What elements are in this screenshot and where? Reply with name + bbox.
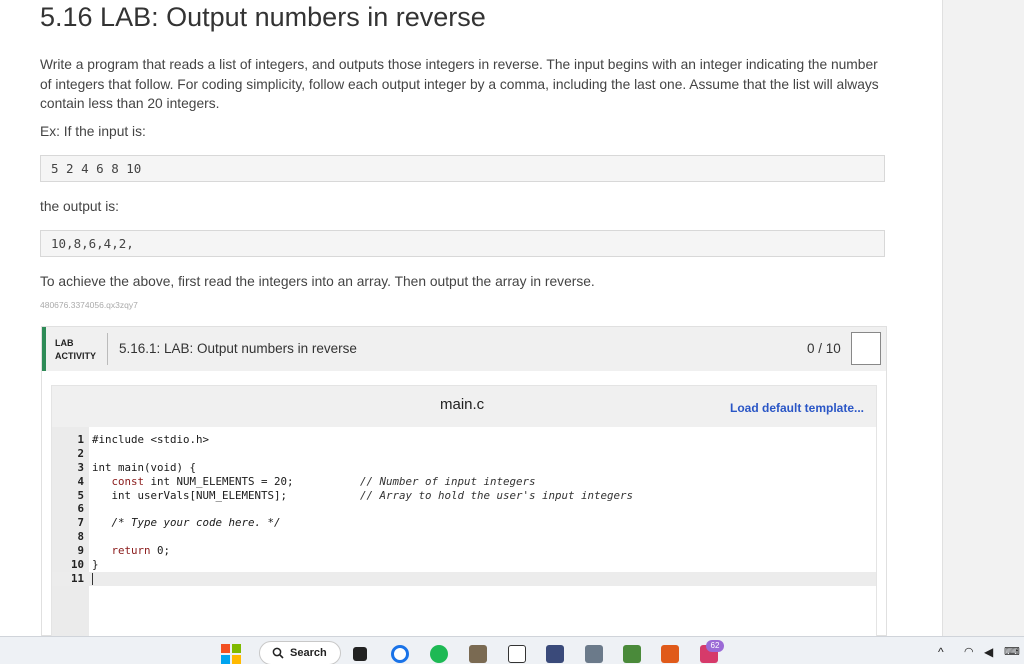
line-code: #include <stdio.h>	[92, 433, 210, 446]
office-icon[interactable]	[661, 645, 679, 663]
minecraft-icon[interactable]	[623, 645, 641, 663]
lab-activity-panel: LAB ACTIVITY 5.16.1: LAB: Output numbers…	[41, 326, 887, 636]
problem-id-tag: 480676.3374056.qx3zqy7	[40, 300, 138, 310]
header-divider	[107, 333, 108, 365]
badge-line-2: ACTIVITY	[55, 351, 97, 361]
line-code: }	[92, 558, 99, 572]
line-number: 5	[77, 488, 84, 502]
code-line[interactable]: 3 int main(void) {	[52, 461, 876, 475]
example-output-label: the output is:	[40, 199, 120, 214]
page-scrollbar-area[interactable]	[942, 0, 1024, 636]
code-line[interactable]: 8	[52, 530, 876, 544]
code-line[interactable]: 7 /* Type your code here. */	[52, 516, 876, 530]
line-number: 6	[77, 502, 84, 516]
lab-activity-badge: LAB ACTIVITY	[55, 337, 96, 363]
code-line[interactable]: 10}	[52, 558, 876, 572]
page-content: 5.16 LAB: Output numbers in reverse Writ…	[0, 0, 942, 636]
example-input-box: 5 2 4 6 8 10	[40, 155, 885, 182]
line-number: 7	[77, 516, 84, 530]
volume-icon[interactable]: ◀	[984, 645, 993, 659]
line-number: 11	[70, 571, 84, 585]
code-editor[interactable]: main.c Load default template... 1 #includ…	[51, 385, 877, 636]
notion-icon[interactable]	[508, 645, 526, 663]
wifi-icon[interactable]: ◠	[964, 645, 974, 658]
lab-title: 5.16.1: LAB: Output numbers in reverse	[119, 341, 357, 356]
load-default-template-link[interactable]: Load default template...	[730, 401, 864, 415]
problem-description: Write a program that reads a list of int…	[40, 57, 879, 112]
code-line[interactable]: 5 int userVals[NUM_ELEMENTS]; // Array to…	[52, 489, 876, 503]
line-number: 10	[70, 558, 84, 572]
line-number: 8	[77, 530, 84, 544]
code-line[interactable]: 9 return 0;	[52, 544, 876, 558]
line-code: int userVals[NUM_ELEMENTS];	[92, 488, 288, 502]
search-icon	[272, 647, 284, 659]
line-number: 9	[77, 544, 84, 558]
windows-taskbar: Search 62 ^ ◠ ◀ ⌨	[0, 636, 1024, 664]
line-comment: // Array to hold the user's input intege…	[360, 488, 634, 502]
example-output-box: 10,8,6,4,2,	[40, 230, 885, 257]
line-code: return 0;	[111, 544, 171, 558]
spotify-icon[interactable]	[430, 645, 448, 663]
line-code: /* Type your code here. */	[92, 516, 281, 530]
code-line[interactable]: 6	[52, 502, 876, 516]
roblox-studio-icon[interactable]	[546, 645, 564, 663]
page-title: 5.16 LAB: Output numbers in reverse	[40, 2, 486, 32]
line-code: int main(void) {	[92, 460, 197, 474]
taskbar-search-box[interactable]: Search	[259, 641, 341, 664]
code-line[interactable]: 1 #include <stdio.h>	[52, 433, 876, 447]
hint-text: To achieve the above, first read the int…	[40, 274, 595, 289]
badge-line-1: LAB	[55, 338, 74, 348]
line-comment: // Number of input integers	[360, 474, 536, 488]
task-view-icon[interactable]	[353, 647, 367, 661]
code-line[interactable]: 2	[52, 447, 876, 461]
lab-header: LAB ACTIVITY 5.16.1: LAB: Output numbers…	[42, 327, 886, 371]
line-code	[92, 572, 93, 586]
chrome-icon[interactable]	[391, 645, 409, 663]
text-cursor	[92, 572, 93, 585]
completion-checkbox-icon	[851, 332, 881, 365]
tray-chevron-icon[interactable]: ^	[938, 645, 944, 659]
line-code: const int NUM_ELEMENTS = 20;	[111, 474, 294, 488]
code-line[interactable]: 4 const int NUM_ELEMENTS = 20; // Number …	[52, 475, 876, 489]
line-number: 4	[77, 474, 84, 488]
line-number: 3	[77, 460, 84, 474]
app-icon[interactable]	[585, 645, 603, 663]
taskbar-search-label: Search	[290, 647, 327, 659]
lab-score: 0 / 10	[807, 341, 841, 356]
code-lines[interactable]: 1 #include <stdio.h> 2 3 int main(void) {4 c…	[52, 433, 876, 586]
code-line[interactable]: 11	[52, 571, 876, 586]
editor-toolbar: main.c Load default template...	[52, 386, 876, 427]
start-button-icon[interactable]	[221, 644, 241, 664]
example-input-label: Ex: If the input is:	[40, 124, 146, 139]
language-icon[interactable]: ⌨	[1004, 645, 1020, 658]
line-number: 2	[77, 446, 84, 460]
editor-filename: main.c	[440, 396, 485, 413]
line-number: 1	[77, 433, 84, 446]
notification-count-badge: 62	[706, 640, 724, 652]
files-icon[interactable]	[469, 645, 487, 663]
